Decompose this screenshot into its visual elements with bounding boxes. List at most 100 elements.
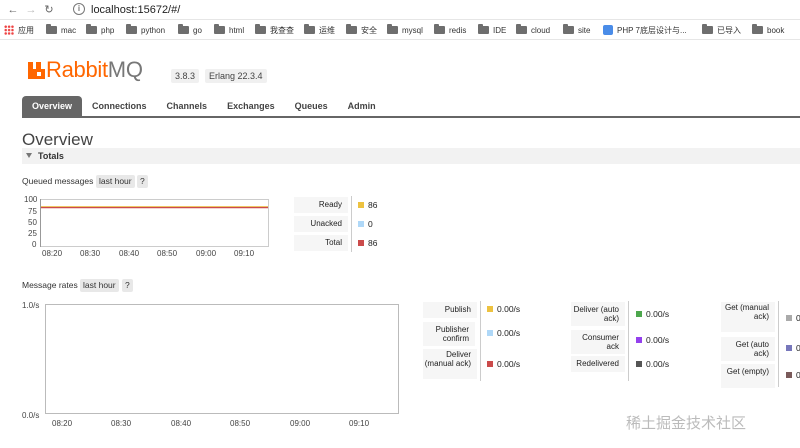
queued-help-button[interactable]: ? <box>137 175 148 188</box>
tab-exchanges[interactable]: Exchanges <box>217 96 285 117</box>
legend-divider <box>351 196 352 252</box>
reload-icon[interactable]: ↻ <box>42 3 56 17</box>
folder-icon <box>46 24 57 34</box>
legend-get-manual-swatch <box>786 315 792 321</box>
legend-publisher-confirm-swatch <box>487 330 493 336</box>
folder-icon <box>702 24 713 34</box>
queued-y-tick: 50 <box>28 218 37 227</box>
legend-total-swatch <box>358 240 364 246</box>
rates-x-tick: 08:30 <box>111 419 132 428</box>
bookmark-ide[interactable]: IDE <box>478 24 506 36</box>
bookmark-mysql[interactable]: mysql <box>387 24 423 36</box>
legend-unacked-label: Unacked <box>294 216 348 232</box>
bookmark-security[interactable]: 安全 <box>346 24 377 36</box>
queued-x-tick: 09:10 <box>234 249 255 258</box>
browser-toolbar: ← → ↻ i localhost:15672/#/ <box>0 0 800 20</box>
queued-x-tick: 08:20 <box>42 249 63 258</box>
watermark: 稀土掘金技术社区 <box>626 414 747 432</box>
queued-x-tick: 08:40 <box>119 249 140 258</box>
legend-ready-swatch <box>358 202 364 208</box>
info-icon[interactable]: i <box>73 3 85 15</box>
folder-icon <box>86 24 97 34</box>
legend-divider <box>480 301 481 381</box>
totals-section-header[interactable]: Totals <box>22 148 800 164</box>
legend-total-value: 86 <box>368 238 378 248</box>
folder-icon <box>126 24 137 34</box>
legend-publish-value: 0.00/s <box>497 304 521 314</box>
page-title: Overview <box>22 130 93 149</box>
bookmark-mac[interactable]: mac <box>46 24 76 36</box>
erlang-version-badge: Erlang 22.3.4 <box>205 69 267 83</box>
back-icon[interactable]: ← <box>6 3 20 17</box>
bookmark-php[interactable]: php <box>86 24 114 36</box>
tab-admin[interactable]: Admin <box>338 96 386 117</box>
bookmarks-bar: 应用 mac php python go html 我查查 运维 安全 mysq… <box>0 20 800 40</box>
rates-y-tick: 1.0/s <box>22 301 40 310</box>
folder-icon <box>563 24 574 34</box>
rates-x-tick: 09:00 <box>290 419 311 428</box>
tab-queues[interactable]: Queues <box>285 96 338 117</box>
bookmark-redis[interactable]: redis <box>434 24 466 36</box>
rabbitmq-logo[interactable]: RabbitMQ <box>28 57 143 82</box>
bookmark-imported[interactable]: 已导入 <box>702 24 741 36</box>
legend-consumer-ack-value: 0.00/s <box>646 335 670 345</box>
bookmark-html[interactable]: html <box>214 24 244 36</box>
tab-channels[interactable]: Channels <box>157 96 218 117</box>
queued-y-tick: 75 <box>28 207 37 216</box>
queued-messages-label: Queued messages <box>22 176 94 186</box>
queued-x-tick: 08:30 <box>80 249 101 258</box>
bookmark-apps[interactable]: 应用 <box>4 24 34 36</box>
legend-divider <box>778 301 779 387</box>
queued-range-selector[interactable]: last hour <box>96 175 135 188</box>
rates-x-tick: 08:40 <box>171 419 192 428</box>
message-rates-chart <box>45 304 399 414</box>
legend-get-manual-value: 0 <box>796 313 800 323</box>
legend-publisher-confirm-value: 0.00/s <box>497 328 521 338</box>
queued-y-tick: 0 <box>32 240 37 249</box>
collapse-triangle-icon <box>26 153 32 158</box>
forward-icon[interactable]: → <box>24 3 38 17</box>
rates-range-selector[interactable]: last hour <box>80 279 119 292</box>
rates-chart-frame <box>45 304 399 414</box>
version-badge: 3.8.3 <box>171 69 200 83</box>
folder-icon <box>214 24 225 34</box>
bookmark-chachacha[interactable]: 我查查 <box>255 24 294 36</box>
bookmark-site[interactable]: site <box>563 24 590 36</box>
legend-deliver-auto-swatch <box>636 311 642 317</box>
folder-icon <box>346 24 357 34</box>
queued-x-tick: 08:50 <box>157 249 178 258</box>
folder-icon <box>752 24 763 34</box>
legend-publish-swatch <box>487 306 493 312</box>
bookmark-ops[interactable]: 运维 <box>304 24 335 36</box>
bookmark-cloud[interactable]: cloud <box>516 24 550 36</box>
legend-consumer-ack-label: Consumer ack <box>571 330 625 354</box>
legend-redelivered-label: Redelivered <box>571 356 625 372</box>
legend-total-label: Total <box>294 235 348 251</box>
folder-icon <box>255 24 266 34</box>
legend-deliver-auto-value: 0.00/s <box>646 309 670 319</box>
legend-get-empty-value: 0 <box>796 370 800 380</box>
legend-get-empty-swatch <box>786 372 792 378</box>
bookmark-book[interactable]: book <box>752 24 784 36</box>
tab-overview[interactable]: Overview <box>22 96 83 117</box>
address-bar[interactable]: localhost:15672/#/ <box>91 3 180 17</box>
brand-name: RabbitMQ <box>46 57 143 82</box>
message-rates-label: Message rates <box>22 280 78 290</box>
legend-ready-value: 86 <box>368 200 378 210</box>
bookmark-go[interactable]: go <box>178 24 202 36</box>
legend-deliver-manual-label: Deliver (manual ack) <box>423 349 477 379</box>
legend-unacked-swatch <box>358 221 364 227</box>
tab-connections[interactable]: Connections <box>82 96 157 117</box>
legend-divider <box>628 301 629 381</box>
bookmark-python[interactable]: python <box>126 24 165 36</box>
bookmark-php7-book[interactable]: PHP 7底层设计与... <box>603 24 687 36</box>
rates-help-button[interactable]: ? <box>122 279 133 292</box>
apps-grid-icon <box>4 25 14 35</box>
folder-icon <box>434 24 445 34</box>
folder-icon <box>478 24 489 34</box>
queued-y-tick: 25 <box>28 229 37 238</box>
tab-underline <box>22 116 800 118</box>
legend-redelivered-value: 0.00/s <box>646 359 670 369</box>
legend-deliver-manual-value: 0.00/s <box>497 359 521 369</box>
queued-x-tick: 09:00 <box>196 249 217 258</box>
